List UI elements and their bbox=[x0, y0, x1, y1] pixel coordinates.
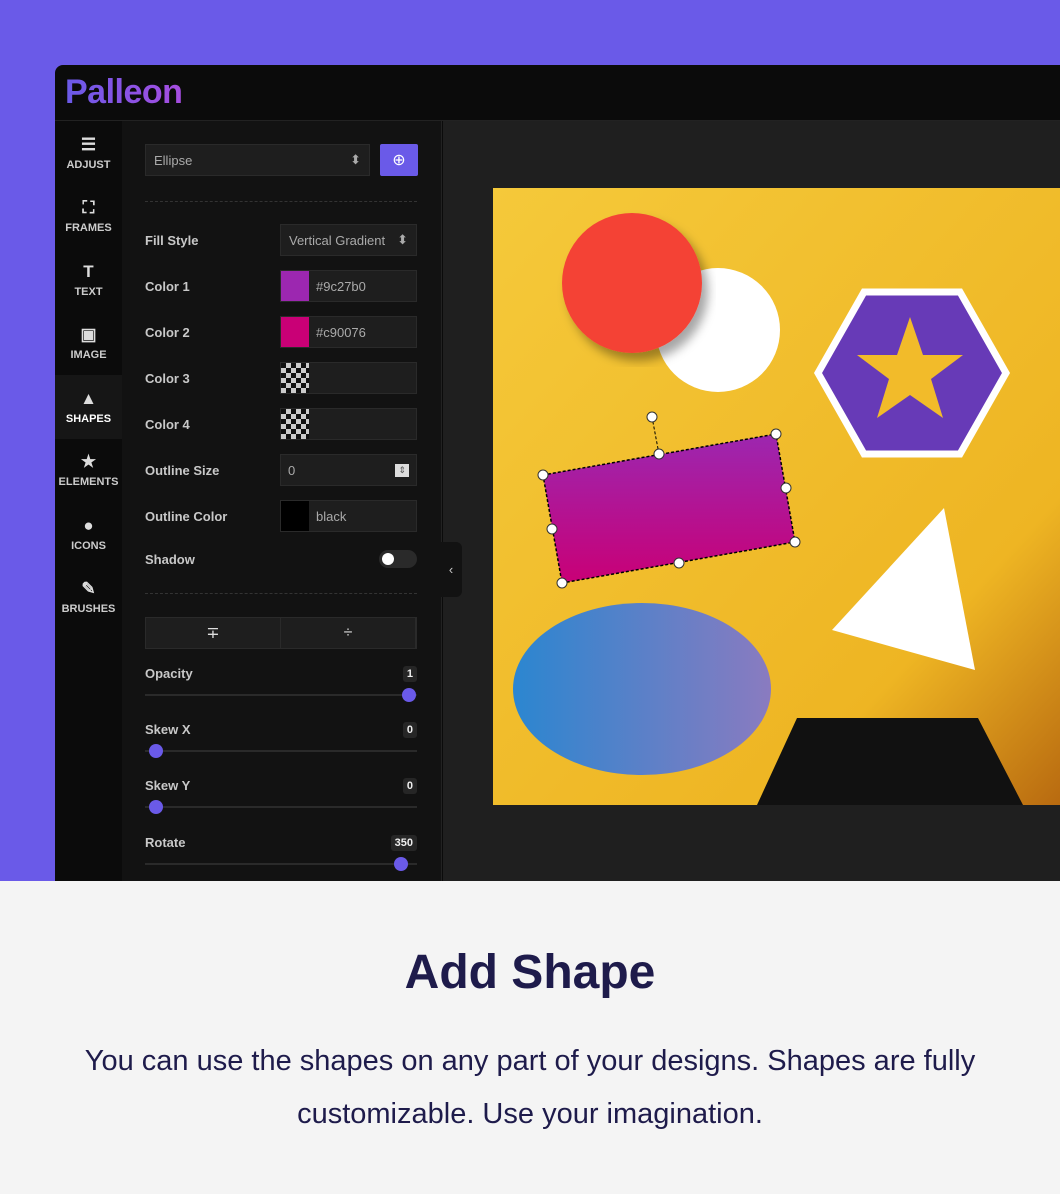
canvas[interactable] bbox=[0, 0, 1060, 881]
red-circle-shape[interactable] bbox=[562, 213, 702, 353]
hero-background: Palleon ☰ ADJUST ⛶ FRAMES T TEXT ▣ IMAGE ▲ SH… bbox=[0, 0, 1060, 881]
feature-description: You can use the shapes on any part of yo… bbox=[84, 1045, 976, 1130]
trapezoid-shape[interactable] bbox=[757, 718, 1023, 805]
feature-title: Add Shape bbox=[404, 946, 656, 999]
ellipse-shape[interactable] bbox=[513, 603, 771, 775]
